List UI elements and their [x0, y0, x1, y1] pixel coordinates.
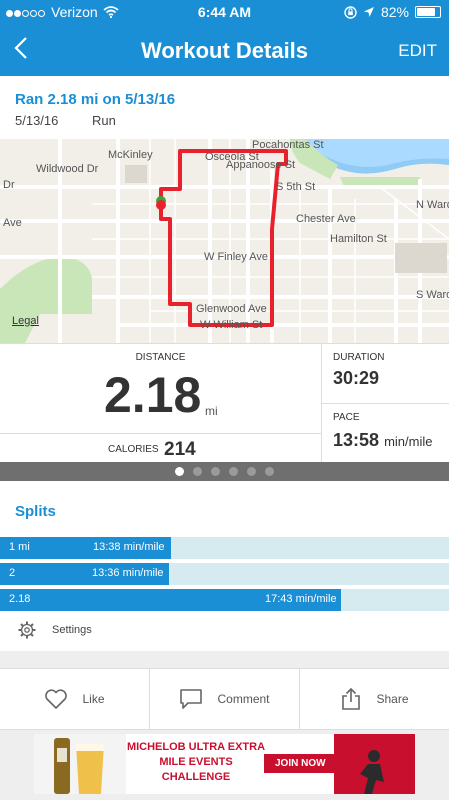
- settings-label: Settings: [52, 624, 92, 636]
- calories-value: 214: [164, 439, 196, 460]
- split-pace: 13:36 min/mile: [92, 567, 164, 579]
- beer-glass-image: [76, 744, 104, 794]
- street-label: W Finley Ave: [204, 251, 268, 263]
- battery-icon: [415, 6, 441, 18]
- ad-join-button[interactable]: JOIN NOW: [264, 754, 337, 773]
- split-row: 1 mi 13:38 min/mile: [0, 537, 449, 559]
- workout-headline: Ran 2.18 mi on 5/13/16: [15, 91, 176, 108]
- street-label: Ave: [3, 217, 22, 229]
- comment-bubble-icon: [180, 689, 203, 709]
- ad-banner[interactable]: MICHELOB ULTRA EXTRA MILE EVENTS CHALLEN…: [34, 734, 415, 794]
- pace-value: 13:58: [333, 430, 380, 450]
- page-dot[interactable]: [193, 467, 202, 476]
- split-row: 2 13:36 min/mile: [0, 563, 449, 585]
- pace-unit: min/mile: [384, 434, 433, 449]
- orientation-lock-icon: [344, 5, 357, 19]
- street-label: Appanoose St: [226, 159, 296, 171]
- location-arrow-icon: [363, 7, 374, 17]
- splits-title: Splits: [15, 503, 56, 520]
- route-end-marker: [156, 200, 166, 210]
- street-label: Wildwood Dr: [36, 163, 99, 175]
- street-label: W William St: [200, 319, 263, 331]
- calories-label: CALORIES: [108, 444, 159, 455]
- page-dot[interactable]: [247, 467, 256, 476]
- duration-value: 30:29: [333, 368, 380, 388]
- share-label: Share: [376, 692, 409, 706]
- ad-headline: MICHELOB ULTRA EXTRA MILE EVENTS CHALLEN…: [126, 741, 266, 783]
- street-label: Glenwood Ave: [196, 303, 267, 315]
- nav-bar: Workout Details EDIT: [0, 26, 449, 76]
- share-icon: [342, 687, 361, 710]
- status-bar: Verizon 6:44 AM 82%: [0, 0, 449, 26]
- distance-label: DISTANCE: [135, 352, 186, 363]
- divider: [321, 403, 449, 404]
- heart-icon: [45, 689, 68, 709]
- splits-settings-button[interactable]: Settings: [18, 621, 92, 639]
- battery-percent: 82%: [380, 4, 409, 20]
- distance-value: 2.18: [104, 367, 202, 423]
- like-label: Like: [82, 692, 105, 706]
- split-label: 1 mi: [9, 541, 30, 553]
- street-label: McKinley: [108, 149, 153, 161]
- street-label: Chester Ave: [296, 213, 356, 225]
- split-label: 2: [9, 567, 16, 579]
- page-dot[interactable]: [265, 467, 274, 476]
- street-label: Dr: [3, 179, 15, 191]
- split-label: 2.18: [9, 593, 31, 605]
- status-right-group: 82%: [344, 4, 441, 20]
- page-dot[interactable]: [175, 467, 184, 476]
- edit-button[interactable]: EDIT: [398, 41, 437, 61]
- street-label: S Ward St: [416, 289, 449, 301]
- runner-image: [368, 750, 380, 762]
- route-map[interactable]: Wildwood Dr Dr Ave McKinley Osceola St A…: [0, 139, 449, 343]
- pace-value-group: 13:58 min/mile: [333, 430, 432, 451]
- street-label: N Ward St: [416, 199, 449, 211]
- page-dot[interactable]: [229, 467, 238, 476]
- page-title: Workout Details: [140, 38, 309, 63]
- beer-bottle-image: [54, 738, 70, 794]
- comment-label: Comment: [217, 692, 270, 706]
- page-dot[interactable]: [211, 467, 220, 476]
- gear-icon: [18, 621, 36, 639]
- pace-label: PACE: [333, 412, 360, 423]
- share-button[interactable]: Share: [300, 669, 449, 729]
- workout-date: 5/13/16: [15, 113, 59, 128]
- divider: [0, 433, 321, 434]
- split-pace: 17:43 min/mile: [265, 593, 337, 605]
- stats-panel: DISTANCE 2.18 mi CALORIES 214 DURATION 3…: [0, 343, 449, 463]
- duration-label: DURATION: [333, 352, 385, 363]
- workout-type: Run: [92, 113, 116, 128]
- distance-unit: mi: [205, 404, 218, 418]
- like-button[interactable]: Like: [0, 669, 150, 729]
- action-bar: Like Comment Share: [0, 668, 449, 730]
- park-left: [0, 257, 92, 343]
- street-label: Pocahontas St: [252, 139, 324, 151]
- split-row: 2.18 17:43 min/mile: [0, 589, 449, 611]
- street-label: S 5th St: [276, 181, 316, 193]
- page-indicator[interactable]: [0, 462, 449, 481]
- comment-button[interactable]: Comment: [150, 669, 300, 729]
- workout-summary: Ran 2.18 mi on 5/13/16 5/13/16 Run: [0, 76, 449, 139]
- street-label: Hamilton St: [330, 233, 387, 245]
- split-pace: 13:38 min/mile: [93, 541, 165, 553]
- map-legal-link[interactable]: Legal: [12, 315, 39, 327]
- splits-section: Splits 1 mi 13:38 min/mile 2 13:36 min/m…: [0, 481, 449, 651]
